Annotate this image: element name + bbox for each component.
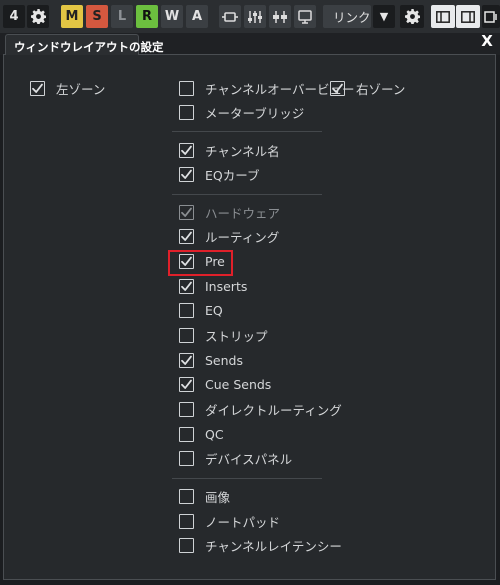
pre-checkbox[interactable] [179, 253, 194, 269]
sends-label: Sends [205, 352, 243, 368]
link-label: リンク [323, 5, 371, 28]
close-dialog-button[interactable]: X [480, 32, 494, 50]
routing-checkbox[interactable] [179, 228, 194, 244]
image-label: 画像 [205, 489, 231, 505]
inserts-option[interactable]: Inserts [179, 276, 247, 296]
strip-option[interactable]: ストリップ [179, 325, 268, 345]
eq-option[interactable]: EQ [179, 300, 223, 320]
meter-bridge-option[interactable]: メーターブリッジ [179, 102, 304, 122]
eq-curve-checkbox[interactable] [179, 166, 194, 182]
routing-option[interactable]: ルーティング [179, 226, 279, 246]
image-checkbox[interactable] [179, 488, 194, 504]
checkmark-icon [32, 83, 43, 93]
notepad-option[interactable]: ノートパッド [179, 511, 280, 531]
channel-latency-checkbox[interactable] [179, 537, 194, 553]
checkmark-icon [181, 256, 192, 266]
cue-sends-option[interactable]: Cue Sends [179, 374, 271, 394]
qc-checkbox[interactable] [179, 426, 194, 442]
cue-sends-label: Cue Sends [205, 376, 272, 392]
direct-routing-label: ダイレクトルーティング [205, 402, 342, 418]
window-layout-panel [3, 54, 496, 580]
link-dropdown-arrow-icon[interactable]: ▼ [373, 5, 395, 28]
dialog-title-tab: ウィンドウレイアウトの設定 [5, 34, 164, 55]
hardware-checkbox [179, 204, 194, 220]
link-settings-gear-icon[interactable] [400, 5, 424, 28]
meter-bridge-checkbox[interactable] [179, 104, 194, 120]
channel-name-option[interactable]: チャンネル名 [179, 140, 280, 160]
image-option[interactable]: 画像 [179, 486, 230, 506]
left-zone-option[interactable]: 左ゾーン [30, 78, 105, 98]
display-view-icon[interactable] [294, 5, 316, 28]
meter-bridge-label: メーターブリッジ [205, 105, 305, 121]
checkmark-icon [181, 145, 192, 155]
device-panel-label: デバイスパネル [205, 451, 293, 467]
sends-option[interactable]: Sends [179, 350, 243, 370]
eq-curve-label: EQカーブ [205, 167, 260, 183]
read-automation-button[interactable]: R [136, 5, 158, 28]
eq-checkbox[interactable] [179, 302, 194, 318]
channel-latency-label: チャンネルレイテンシー [205, 538, 342, 554]
toolbar-settings-gear-icon[interactable] [27, 5, 49, 28]
left-zone-checkbox[interactable] [30, 80, 45, 96]
fader-view-icon[interactable] [244, 5, 266, 28]
mixer-toolbar: 4 M S L R W A リンク ▼ [0, 0, 500, 33]
listen-button[interactable]: L [111, 5, 133, 28]
qc-option[interactable]: QC [179, 424, 224, 444]
channel-name-checkbox[interactable] [179, 142, 194, 158]
channel-latency-option[interactable]: チャンネルレイテンシー [179, 535, 342, 555]
right-zone-label: 右ゾーン [356, 81, 406, 97]
eq-label: EQ [205, 302, 223, 318]
channel-name-label: チャンネル名 [205, 143, 280, 159]
write-automation-button[interactable]: W [161, 5, 183, 28]
strip-label: ストリップ [205, 328, 268, 344]
left-zone-toggle-icon[interactable] [431, 5, 455, 28]
qc-label: QC [205, 426, 224, 442]
channel-strip-view-icon[interactable] [269, 5, 291, 28]
checkmark-icon [181, 169, 192, 179]
eq-curve-option[interactable]: EQカーブ [179, 164, 260, 184]
separator [172, 131, 322, 132]
hardware-option: ハードウェア [179, 202, 280, 222]
inserts-checkbox[interactable] [179, 278, 194, 294]
automation-options-button[interactable]: A [186, 5, 208, 28]
separator [172, 194, 322, 195]
hardware-label: ハードウェア [205, 205, 281, 221]
cue-sends-checkbox[interactable] [179, 376, 194, 392]
direct-routing-option[interactable]: ダイレクトルーティング [179, 399, 342, 419]
routing-label: ルーティング [205, 229, 280, 245]
window-layout-icon[interactable] [482, 5, 500, 28]
sends-checkbox[interactable] [179, 352, 194, 368]
checkmark-icon [181, 355, 192, 365]
channel-overview-option[interactable]: チャンネルオーバービュー [179, 78, 355, 98]
checkmark-icon [181, 281, 192, 291]
routing-view-icon[interactable] [219, 5, 241, 28]
notepad-label: ノートパッド [205, 514, 281, 530]
checkmark-icon [181, 231, 192, 241]
right-zone-toggle-icon[interactable] [456, 5, 480, 28]
checkmark-icon [181, 207, 192, 217]
channel-count-button[interactable]: 4 [3, 5, 25, 28]
solo-button[interactable]: S [86, 5, 108, 28]
direct-routing-checkbox[interactable] [179, 401, 194, 417]
strip-checkbox[interactable] [179, 327, 194, 343]
left-zone-label: 左ゾーン [56, 81, 106, 97]
device-panel-option[interactable]: デバイスパネル [179, 448, 292, 468]
notepad-checkbox[interactable] [179, 513, 194, 529]
device-panel-checkbox[interactable] [179, 450, 194, 466]
inserts-label: Inserts [205, 278, 248, 294]
separator [172, 478, 322, 479]
mute-button[interactable]: M [61, 5, 83, 28]
pre-option[interactable]: Pre [179, 251, 225, 271]
pre-label: Pre [205, 253, 225, 269]
channel-overview-checkbox[interactable] [179, 80, 194, 96]
channel-overview-label: チャンネルオーバービュー [205, 81, 355, 97]
checkmark-icon [181, 379, 192, 389]
